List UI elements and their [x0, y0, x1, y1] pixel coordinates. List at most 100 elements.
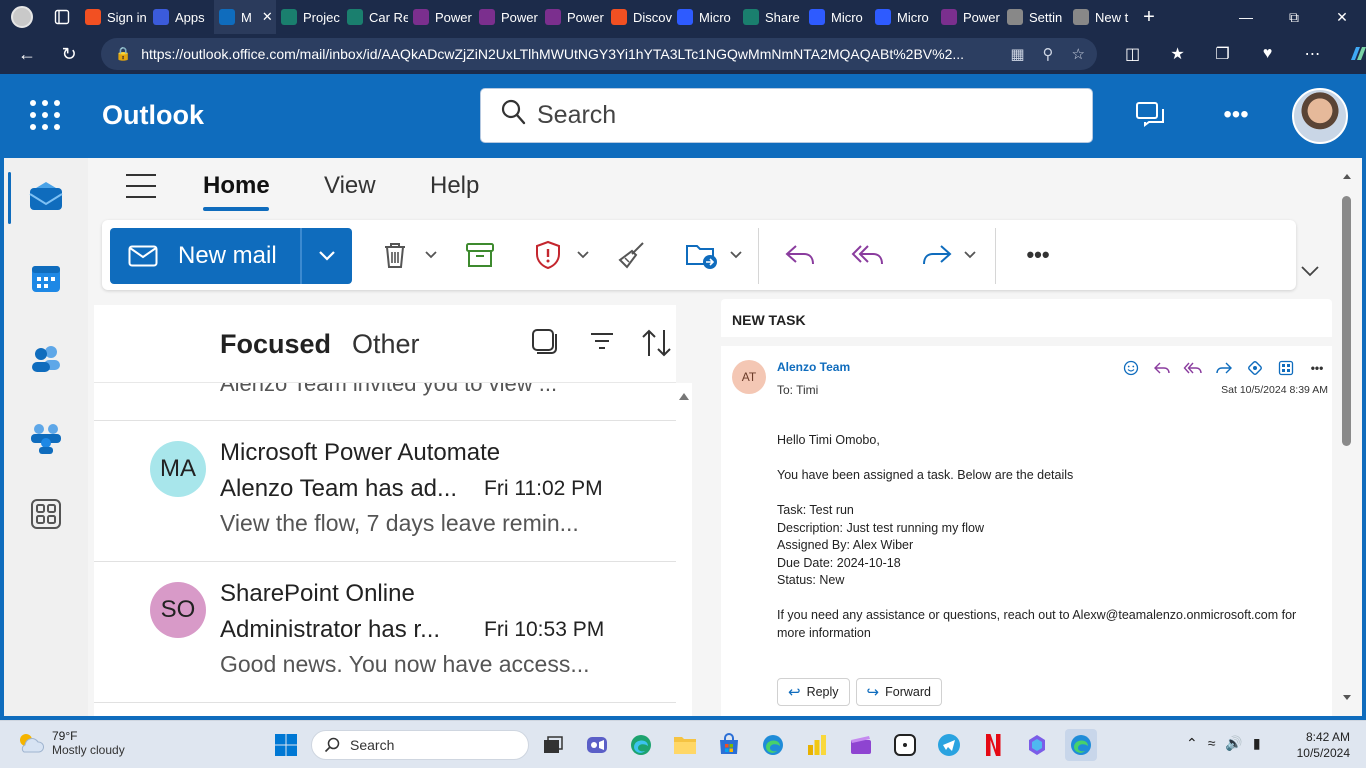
more-actions-icon[interactable]: ••• — [1018, 234, 1058, 276]
list-item[interactable]: MA Microsoft Power Automate Alenzo Team … — [94, 421, 676, 562]
tab-focused[interactable]: Focused — [220, 329, 331, 360]
browser-tab[interactable]: Power — [540, 0, 606, 34]
teams-chat-icon[interactable] — [1134, 98, 1168, 132]
list-item[interactable]: Alenzo Team invited you to view ... — [94, 383, 676, 421]
account-avatar[interactable] — [1292, 88, 1348, 144]
move-to-button[interactable] — [682, 234, 746, 276]
taskbar-search[interactable]: Search — [311, 730, 529, 760]
tab-view[interactable]: View — [324, 172, 376, 200]
more-apps-icon[interactable] — [26, 494, 66, 534]
scrollbar-thumb[interactable] — [1342, 196, 1351, 446]
sweep-button[interactable] — [612, 234, 652, 276]
close-window-button[interactable]: ✕ — [1318, 0, 1366, 34]
list-item[interactable]: SO SharePoint Online Administrator has r… — [94, 562, 676, 703]
tab-close-icon[interactable]: ✕ — [262, 9, 273, 25]
tab-help[interactable]: Help — [430, 172, 479, 200]
edge-dev-icon[interactable] — [625, 729, 657, 761]
restore-button[interactable]: ⧉ — [1270, 0, 1318, 34]
copilot-taskbar-icon[interactable] — [1021, 729, 1053, 761]
address-bar[interactable]: 🔒 https://outlook.office.com/mail/inbox/… — [101, 38, 1097, 70]
page-scrollbar[interactable] — [1342, 166, 1358, 714]
new-mail-dropdown[interactable] — [302, 228, 352, 284]
browser-tab[interactable]: M ✕ — [214, 0, 276, 34]
split-screen-icon[interactable]: ◫ — [1110, 34, 1155, 74]
zoom-icon[interactable]: ⚲ — [1043, 45, 1054, 63]
start-button[interactable] — [270, 729, 302, 761]
store-icon[interactable] — [713, 729, 745, 761]
delete-button[interactable] — [377, 234, 441, 276]
reply-quick-button[interactable]: ↩ Reply — [777, 678, 850, 706]
loop-icon[interactable] — [1244, 358, 1266, 378]
sender-avatar[interactable]: AT — [732, 360, 766, 394]
forward-quick-button[interactable]: ↪ Forward — [855, 678, 942, 706]
people-icon[interactable] — [26, 338, 66, 378]
wifi-icon[interactable]: ≈ — [1208, 735, 1216, 752]
browser-tab[interactable]: New t — [1068, 0, 1134, 34]
tray-chevron-up-icon[interactable]: ⌃ — [1186, 735, 1198, 752]
favorite-star-icon[interactable]: ☆ — [1072, 45, 1085, 63]
collections-icon[interactable]: ❐ — [1200, 34, 1245, 74]
clock-app-icon[interactable] — [889, 729, 921, 761]
browser-tab[interactable]: Sign in — [80, 0, 148, 34]
app-launcher-icon[interactable] — [28, 98, 62, 132]
battery-icon[interactable]: ▮ — [1253, 735, 1261, 752]
teams-meet-icon[interactable] — [581, 729, 613, 761]
navigation-menu-icon[interactable] — [126, 174, 156, 198]
browser-tab[interactable]: Micro — [672, 0, 738, 34]
reply-all-button[interactable] — [848, 234, 888, 276]
browser-tab[interactable]: Micro — [804, 0, 870, 34]
reaction-icon[interactable] — [1120, 358, 1142, 378]
archive-button[interactable] — [460, 234, 500, 276]
browser-tab[interactable]: Power — [936, 0, 1002, 34]
reply-icon[interactable] — [1151, 358, 1173, 378]
clipchamp-icon[interactable] — [845, 729, 877, 761]
browser-tab[interactable]: Power — [474, 0, 540, 34]
browser-tab[interactable]: Micro — [870, 0, 936, 34]
browser-tab[interactable]: Settin — [1002, 0, 1068, 34]
file-explorer-icon[interactable] — [669, 729, 701, 761]
more-message-actions-icon[interactable]: ••• — [1306, 358, 1328, 378]
tab-home[interactable]: Home — [203, 172, 270, 200]
power-bi-icon[interactable] — [801, 729, 833, 761]
calendar-icon[interactable] — [26, 258, 66, 298]
refresh-button[interactable]: ↻ — [48, 34, 90, 74]
browser-tab[interactable]: Car Re — [342, 0, 408, 34]
scroll-up-icon[interactable] — [679, 393, 689, 400]
browser-tab[interactable]: Share — [738, 0, 804, 34]
browser-profile-button[interactable] — [0, 0, 44, 34]
favorites-icon[interactable]: ★ — [1155, 34, 1200, 74]
forward-icon[interactable] — [1213, 358, 1235, 378]
task-view-icon[interactable] — [537, 729, 569, 761]
settings-more-icon[interactable]: ⋯ — [1290, 34, 1335, 74]
browser-tab[interactable]: Projec — [276, 0, 342, 34]
new-mail-button[interactable]: New mail — [110, 228, 302, 284]
report-button[interactable] — [530, 234, 594, 276]
ribbon-collapse-icon[interactable] — [1300, 264, 1320, 282]
tab-actions-icon[interactable] — [44, 0, 80, 34]
select-mode-icon[interactable] — [530, 327, 562, 359]
volume-icon[interactable]: 🔊 — [1225, 735, 1242, 752]
more-options-icon[interactable]: ••• — [1219, 98, 1253, 132]
app-available-icon[interactable]: ▦ — [1010, 45, 1024, 63]
edge-icon[interactable] — [757, 729, 789, 761]
message-list-scrollbar[interactable] — [676, 383, 692, 716]
search-input[interactable]: Search — [480, 88, 1093, 143]
sort-icon[interactable] — [640, 327, 672, 359]
groups-icon[interactable] — [26, 418, 66, 458]
minimize-button[interactable]: — — [1222, 0, 1270, 34]
tab-other[interactable]: Other — [352, 329, 420, 360]
new-tab-button[interactable]: + — [1134, 0, 1164, 34]
browser-tab[interactable]: Discov — [606, 0, 672, 34]
browser-essentials-icon[interactable]: ♥ — [1245, 34, 1290, 74]
filter-icon[interactable] — [588, 327, 620, 359]
taskbar-clock[interactable]: 8:42 AM 10/5/2024 — [1297, 729, 1350, 761]
reply-all-icon[interactable] — [1182, 358, 1204, 378]
copilot-icon[interactable] — [1335, 34, 1366, 74]
apps-icon[interactable] — [1275, 358, 1297, 378]
sender-name[interactable]: Alenzo Team — [777, 360, 850, 374]
back-button[interactable]: ← — [6, 34, 48, 74]
forward-button[interactable] — [916, 234, 982, 276]
telegram-icon[interactable] — [933, 729, 965, 761]
browser-tab[interactable]: Apps — [148, 0, 214, 34]
weather-widget[interactable]: 79°F Mostly cloudy — [16, 729, 125, 757]
